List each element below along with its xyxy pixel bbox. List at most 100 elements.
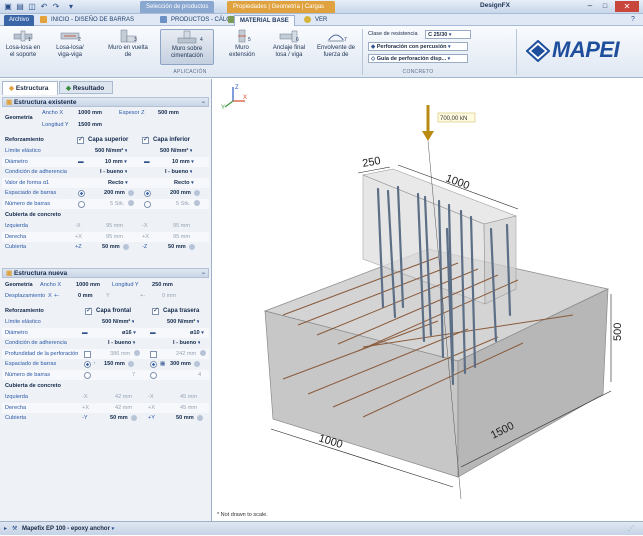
quick-access-dropdown-icon[interactable]: ▾ bbox=[66, 2, 76, 12]
existing-bottom-diameter-select[interactable]: 10 mm ▾ bbox=[172, 157, 194, 168]
context-tab-product-selection[interactable]: Selección de productos bbox=[140, 1, 214, 13]
front-layer-checkbox[interactable] bbox=[85, 306, 92, 317]
existing-cover-right-bottom-input[interactable]: 95 mm bbox=[173, 232, 190, 243]
drilling-guide-select[interactable]: ◇ Guía de perforación disp... ▾ bbox=[368, 54, 468, 63]
tab-file[interactable]: Archivo bbox=[4, 15, 35, 26]
app-slab-slab-support-button[interactable]: Losa-losa en el soporte bbox=[3, 29, 43, 65]
existing-width-input[interactable]: 1000 mm bbox=[78, 108, 102, 119]
spin-icon[interactable] bbox=[128, 189, 135, 196]
new-cover-left-front-input[interactable]: 42 mm bbox=[115, 392, 132, 403]
spin-icon-3[interactable] bbox=[127, 200, 134, 207]
spin-icon-7[interactable] bbox=[133, 350, 140, 357]
new-front-count-radio[interactable] bbox=[84, 371, 91, 379]
help-icon[interactable]: ? bbox=[628, 15, 638, 25]
app-wall-on-foundation-button[interactable]: Muro sobre cimentación bbox=[160, 29, 214, 65]
tab-structure[interactable]: ◆ Estructura bbox=[2, 81, 58, 95]
new-back-yield-select[interactable]: 500 N/mm² ▾ bbox=[167, 317, 199, 328]
new-back-bond-select[interactable]: I - bueno ▾ bbox=[173, 338, 200, 349]
top-layer-checkbox[interactable] bbox=[77, 135, 84, 146]
existing-top-spacing-radio[interactable] bbox=[78, 190, 85, 197]
3d-viewport[interactable]: Z X Y 700,00 kN 250 1000 500 1500 1000 *… bbox=[213, 79, 643, 521]
app-end-anchorage-button[interactable]: Anclaje final losa / viga bbox=[268, 29, 310, 65]
maximize-icon[interactable]: □ bbox=[600, 1, 610, 12]
existing-bottom-count-radio[interactable] bbox=[144, 200, 151, 208]
new-front-depth-input[interactable]: 386 mm bbox=[110, 349, 140, 360]
new-front-yield-select[interactable]: 500 N/mm² ▾ bbox=[102, 317, 134, 328]
new-back-diameter-select[interactable]: ø10 ▾ bbox=[190, 328, 204, 339]
existing-cover-right-top-input[interactable]: 95 mm bbox=[106, 232, 123, 243]
resize-grip-icon[interactable]: ⋰ bbox=[628, 522, 634, 536]
existing-bottom-shape-select[interactable]: Recto ▾ bbox=[174, 178, 194, 189]
app-wall-return-button[interactable]: Muro en vuelta de bbox=[108, 29, 148, 65]
new-width-input[interactable]: 1000 mm bbox=[76, 280, 100, 291]
new-cover-right-front-input[interactable]: 42 mm bbox=[115, 403, 132, 414]
spin-icon-8[interactable] bbox=[199, 350, 206, 357]
existing-length-input[interactable]: 1500 mm bbox=[78, 120, 102, 131]
spin-icon-5[interactable] bbox=[123, 243, 130, 250]
existing-top-diameter-select[interactable]: 10 mm ▾ bbox=[105, 157, 127, 168]
existing-bottom-yield-select[interactable]: 500 N/mm² ▾ bbox=[160, 146, 192, 157]
close-icon[interactable]: ✕ bbox=[615, 1, 639, 12]
tab-view[interactable]: VER bbox=[310, 15, 332, 26]
new-back-spacing-input[interactable]: 300 mm bbox=[170, 359, 201, 370]
new-cover-back-input[interactable]: 50 mm bbox=[176, 413, 204, 424]
new-front-bond-select[interactable]: I - bueno ▾ bbox=[108, 338, 135, 349]
spin-icon-12[interactable] bbox=[197, 414, 204, 421]
new-back-count-radio[interactable] bbox=[150, 371, 157, 379]
tab-home-rebar-design[interactable]: INICIO - DISEÑO DE BARRAS bbox=[46, 15, 139, 26]
undo-icon[interactable]: ↶ bbox=[39, 2, 49, 12]
existing-top-shape-select[interactable]: Recto ▾ bbox=[108, 178, 128, 189]
collapse-icon-2[interactable]: − bbox=[201, 269, 205, 279]
app-slab-slab-beam-button[interactable]: Losa-losa/ viga-viga bbox=[50, 29, 90, 65]
tab-base-material[interactable]: MATERIAL BASE bbox=[234, 15, 295, 26]
existing-top-spacing-input[interactable]: 200 mm bbox=[104, 188, 135, 199]
spin-icon-2[interactable] bbox=[194, 189, 201, 196]
existing-bottom-spacing-radio[interactable] bbox=[144, 190, 151, 197]
new-front-depth-checkbox[interactable] bbox=[84, 350, 91, 358]
existing-top-count-radio[interactable] bbox=[78, 200, 85, 208]
new-back-depth-input[interactable]: 242 mm bbox=[176, 349, 206, 360]
back-layer-checkbox[interactable] bbox=[152, 306, 159, 317]
new-back-spacing-radio[interactable] bbox=[150, 361, 157, 368]
folder-icon[interactable]: ◫ bbox=[27, 2, 37, 12]
menu-icon[interactable]: ▸ bbox=[4, 522, 7, 536]
existing-bottom-spacing-input[interactable]: 200 mm bbox=[170, 188, 201, 199]
spin-icon-6[interactable] bbox=[189, 243, 196, 250]
new-front-count-input[interactable]: 7 bbox=[132, 370, 135, 381]
drilling-method-select[interactable]: ◈ Perforación con percusión ▾ bbox=[368, 42, 468, 51]
bottom-layer-checkbox[interactable] bbox=[142, 135, 149, 146]
new-displacement-x-input[interactable]: 0 mm bbox=[78, 291, 93, 302]
existing-bottom-count-input[interactable]: 5 Stk. bbox=[176, 199, 200, 210]
spin-icon-11[interactable] bbox=[131, 414, 138, 421]
existing-top-bond-select[interactable]: I - bueno ▾ bbox=[100, 167, 127, 178]
new-cover-left-back-input[interactable]: 45 mm bbox=[180, 392, 197, 403]
new-displacement-y-input[interactable]: 0 mm bbox=[162, 291, 176, 302]
new-front-spacing-input[interactable]: 150 mm bbox=[104, 359, 135, 370]
spin-icon-10[interactable] bbox=[194, 360, 201, 367]
existing-cover-top-input[interactable]: 50 mm bbox=[102, 242, 130, 253]
spin-icon-4[interactable] bbox=[193, 200, 200, 207]
tab-result[interactable]: ◆ Resultado bbox=[59, 81, 113, 94]
existing-cover-left-top-input[interactable]: 95 mm bbox=[106, 221, 123, 232]
new-cover-front-input[interactable]: 50 mm bbox=[110, 413, 138, 424]
app-force-envelope-button[interactable]: Envolvente de fuerza de bbox=[314, 29, 358, 65]
save-icon[interactable]: ▤ bbox=[15, 2, 25, 12]
new-front-spacing-radio[interactable] bbox=[84, 361, 91, 368]
existing-bottom-bond-select[interactable]: I - bueno ▾ bbox=[165, 167, 192, 178]
existing-top-yield-select[interactable]: 500 N/mm² ▾ bbox=[95, 146, 127, 157]
new-structure-header[interactable]: ▣ Estructura nueva − bbox=[2, 268, 209, 278]
new-cover-right-back-input[interactable]: 45 mm bbox=[180, 403, 197, 414]
new-back-count-input[interactable]: 4 bbox=[198, 370, 201, 381]
existing-thickness-input[interactable]: 500 mm bbox=[158, 108, 179, 119]
selected-product[interactable]: Mapefix EP 100 - epoxy anchor ▾ bbox=[22, 522, 114, 536]
collapse-icon[interactable]: − bbox=[201, 98, 205, 108]
context-tab-properties[interactable]: Propiedades | Geometría | Cargas bbox=[227, 1, 335, 13]
new-front-diameter-select[interactable]: ø16 ▾ bbox=[122, 328, 136, 339]
resistance-class-select[interactable]: C 25/30 ▾ bbox=[425, 30, 472, 39]
existing-top-count-input[interactable]: 5 Stk. bbox=[110, 199, 134, 210]
new-length-input[interactable]: 250 mm bbox=[152, 280, 173, 291]
new-back-depth-checkbox[interactable] bbox=[150, 350, 157, 358]
existing-structure-header[interactable]: ▣ Estructura existente − bbox=[2, 97, 209, 107]
spin-icon-9[interactable] bbox=[128, 360, 135, 367]
app-wall-extension-button[interactable]: Muro extensión bbox=[222, 29, 262, 65]
